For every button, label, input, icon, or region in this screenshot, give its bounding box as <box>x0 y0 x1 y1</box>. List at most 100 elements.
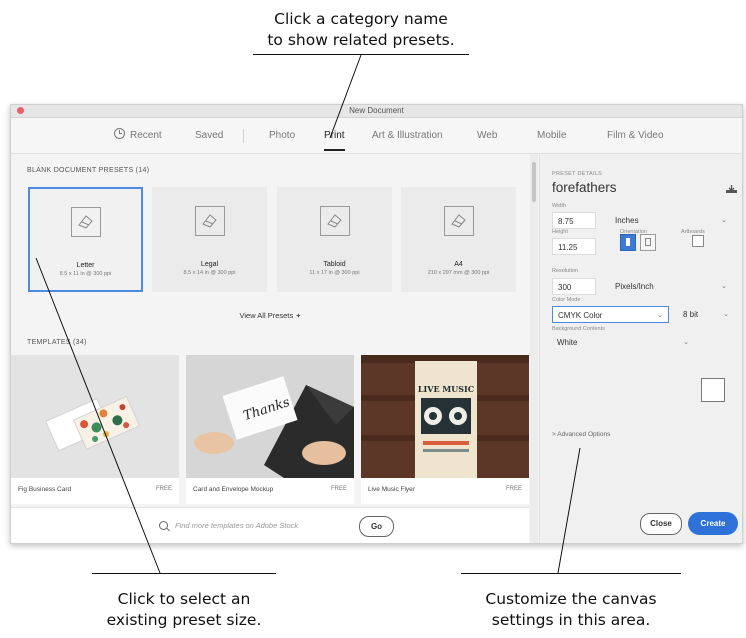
chevron-down-icon: ⌄ <box>657 312 663 319</box>
preset-legal[interactable]: Legal 8.5 x 14 in @ 300 ppi <box>152 187 267 292</box>
callout-bottom-right: Customize the canvas settings in this ar… <box>448 589 694 631</box>
tab-film-video[interactable]: Film & Video <box>607 118 664 153</box>
preset-name: Tabloid <box>323 261 346 268</box>
save-preset-icon[interactable] <box>726 185 737 193</box>
presets-panel: BLANK DOCUMENT PRESETS (14) Letter 8.5 x… <box>11 154 529 543</box>
free-badge: FREE <box>155 486 172 492</box>
preset-dimensions: 8.5 x 14 in @ 300 ppi <box>183 270 236 276</box>
preset-a4[interactable]: A4 210 x 297 mm @ 300 ppi <box>401 187 516 292</box>
document-icon <box>70 207 101 237</box>
width-input[interactable]: 8.75 <box>552 212 596 229</box>
height-input[interactable]: 11.25 <box>552 238 596 255</box>
width-unit-select[interactable]: Inches ⌄ <box>610 212 732 229</box>
tab-photo[interactable]: Photo <box>269 118 295 153</box>
bit-depth-select[interactable]: 8 bit ⌄ <box>678 306 734 323</box>
background-color-swatch[interactable] <box>701 378 725 402</box>
category-tabs: Recent Saved Photo Print Art & Illustrat… <box>11 118 742 154</box>
clock-icon <box>114 128 125 139</box>
document-icon <box>443 206 474 236</box>
tab-divider <box>243 129 244 143</box>
tab-saved-label: Saved <box>195 130 224 141</box>
template-name: Card and Envelope Mockup <box>193 486 274 493</box>
tab-art-illustration[interactable]: Art & Illustration <box>372 118 443 153</box>
template-name: Fig Business Card <box>18 486 72 493</box>
view-all-presets-link[interactable]: View All Presets + <box>11 311 529 320</box>
background-contents-select[interactable]: White ⌄ <box>552 334 694 351</box>
preset-tabloid[interactable]: Tabloid 11 x 17 in @ 300 ppi <box>277 187 392 292</box>
tab-mobile-label: Mobile <box>537 130 567 141</box>
preset-name: Letter <box>76 262 95 269</box>
callout-top: Click a category name to show related pr… <box>236 9 486 51</box>
templates-heading: TEMPLATES (34) <box>27 339 87 346</box>
create-button[interactable]: Create <box>688 512 738 535</box>
document-icon <box>194 206 225 236</box>
callout-left-rule <box>92 573 276 574</box>
preset-dimensions: 8.5 x 11 in @ 300 ppi <box>59 271 112 277</box>
template-thumbnail <box>11 355 179 478</box>
advanced-options-toggle[interactable]: > Advanced Options <box>552 431 610 438</box>
chevron-down-icon: ⌄ <box>723 311 729 318</box>
callout-right-rule <box>461 573 681 574</box>
width-unit-value: Inches <box>615 216 639 225</box>
preset-dimensions: 210 x 297 mm @ 300 ppi <box>427 270 490 276</box>
color-mode-label: Color Mode <box>552 297 581 303</box>
callout-top-line-1: Click a category name <box>274 10 448 28</box>
callout-left-line-2: existing preset size. <box>106 611 262 629</box>
artboards-checkbox[interactable] <box>692 235 704 247</box>
background-value: White <box>557 338 578 347</box>
callout-top-line-2: to show related presets. <box>267 31 455 49</box>
preset-name: A4 <box>454 261 463 268</box>
height-label: Height <box>552 229 568 235</box>
free-badge: FREE <box>330 486 347 492</box>
width-label: Width <box>552 203 567 209</box>
resolution-value: 300 <box>558 283 572 292</box>
width-value: 8.75 <box>558 217 574 226</box>
template-card-live-music-flyer[interactable]: LIVE MUSIC Live Music Flyer FREE <box>361 355 529 504</box>
landscape-icon <box>645 238 651 246</box>
callout-bottom-left: Click to select an existing preset size. <box>84 589 284 631</box>
stock-search-bar: Find more templates on Adobe Stock Go <box>11 507 529 543</box>
window-title: New Document <box>349 106 404 115</box>
tab-saved[interactable]: Saved <box>195 118 223 153</box>
thumb-flyer-text: LIVE MUSIC <box>418 384 474 394</box>
tab-photo-label: Photo <box>269 130 296 141</box>
tab-print[interactable]: Print <box>324 118 345 153</box>
scrollbar-track[interactable] <box>530 154 538 543</box>
preset-name: Legal <box>200 261 219 268</box>
preset-dimensions: 11 x 17 in @ 300 ppi <box>309 270 360 276</box>
stock-search-input[interactable]: Find more templates on Adobe Stock <box>175 521 298 530</box>
callout-right-line-1: Customize the canvas <box>485 590 657 608</box>
blank-presets-heading: BLANK DOCUMENT PRESETS (14) <box>27 167 150 174</box>
tab-art-label: Art & Illustration <box>372 130 443 141</box>
free-badge: FREE <box>505 486 522 492</box>
preset-details-heading: PRESET DETAILS <box>552 171 603 177</box>
preset-letter[interactable]: Letter 8.5 x 11 in @ 300 ppi <box>28 187 143 292</box>
chevron-down-icon: ⌄ <box>721 283 727 290</box>
template-card-envelope-mockup[interactable]: Thanks Card and Envelope Mockup FREE <box>186 355 354 504</box>
plus-icon: + <box>296 311 301 320</box>
template-card-fig-business-card[interactable]: Fig Business Card FREE <box>11 355 179 504</box>
bit-depth-value: 8 bit <box>683 310 699 319</box>
preset-details-panel: PRESET DETAILS forefathers Width 8.75 In… <box>539 154 742 543</box>
search-icon <box>159 521 168 530</box>
resolution-unit-select[interactable]: Pixels/Inch ⌄ <box>610 278 732 295</box>
tab-web-label: Web <box>477 130 498 141</box>
go-button[interactable]: Go <box>359 516 394 537</box>
new-document-dialog: New Document Recent Saved Photo Print Ar… <box>10 104 743 544</box>
scrollbar-thumb[interactable] <box>532 162 536 202</box>
chevron-down-icon: ⌄ <box>683 339 689 346</box>
tab-print-label: Print <box>324 130 345 141</box>
close-button[interactable]: Close <box>640 513 682 535</box>
callout-right-line-2: settings in this area. <box>491 611 651 629</box>
height-value: 11.25 <box>558 243 578 252</box>
callout-left-line-1: Click to select an <box>117 590 251 608</box>
resolution-input[interactable]: 300 <box>552 278 596 295</box>
tab-mobile[interactable]: Mobile <box>537 118 566 153</box>
tab-web[interactable]: Web <box>477 118 497 153</box>
document-name-field[interactable]: forefathers <box>552 180 617 195</box>
portrait-orientation-button[interactable] <box>620 234 636 251</box>
color-mode-select[interactable]: CMYK Color ⌄ <box>552 306 669 323</box>
tab-recent[interactable]: Recent <box>114 118 162 153</box>
portrait-icon <box>626 238 630 246</box>
landscape-orientation-button[interactable] <box>640 234 656 251</box>
